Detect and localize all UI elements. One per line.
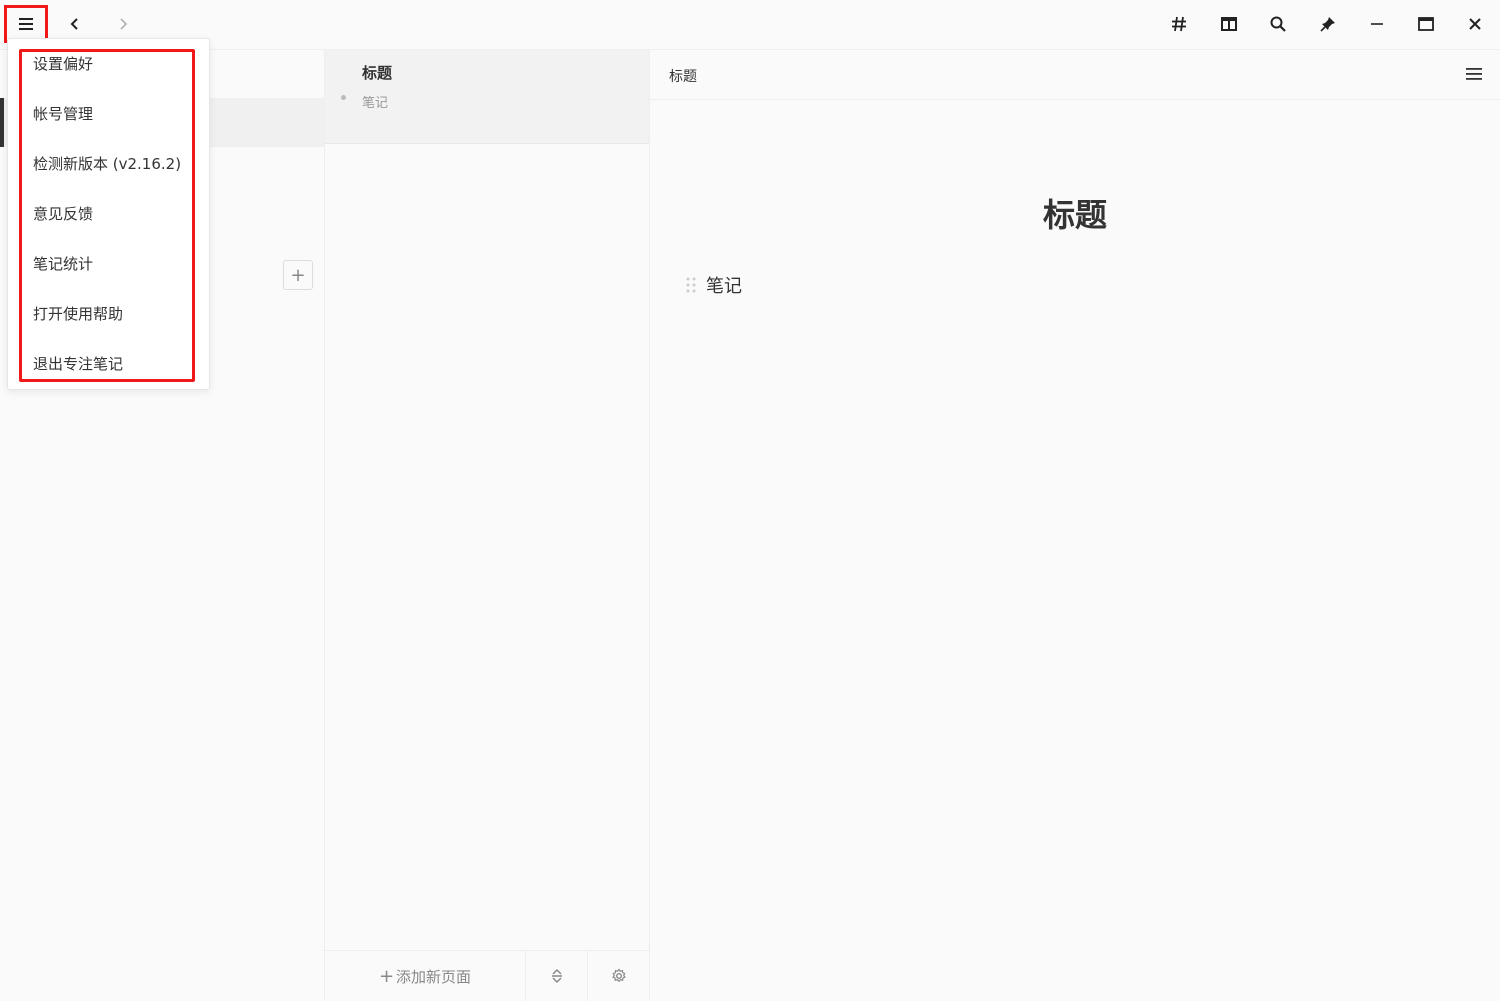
editor-pane: 标题 标题 笔记: [650, 50, 1500, 1000]
pin-button[interactable]: [1314, 10, 1342, 38]
menu-icon: [1466, 68, 1482, 80]
page-item-snippet: 笔记: [362, 96, 389, 111]
add-notebook-button[interactable]: +: [283, 260, 313, 290]
menu-item-help[interactable]: 打开使用帮助: [33, 299, 208, 329]
add-page-label: 添加新页面: [396, 967, 472, 986]
plus-icon: +: [290, 264, 306, 286]
search-button[interactable]: [1264, 10, 1292, 38]
tag-button[interactable]: [1165, 10, 1193, 38]
gear-icon: [611, 968, 626, 983]
forward-button[interactable]: [109, 10, 137, 38]
maximize-icon: [1418, 17, 1434, 31]
search-icon: [1270, 16, 1286, 32]
page-item-title: 标题: [362, 64, 393, 82]
page-title[interactable]: 标题: [650, 190, 1500, 236]
menu-icon: [19, 18, 33, 30]
menu-item-preferences[interactable]: 设置偏好: [33, 49, 208, 79]
title-bar: [0, 0, 1500, 50]
menu-item-account[interactable]: 帐号管理: [33, 99, 208, 129]
plus-icon: +: [378, 965, 395, 987]
tag-icon: [1172, 16, 1186, 32]
page-list: 标题 笔记 + 添加新页面: [325, 50, 650, 1001]
minimize-button[interactable]: [1363, 10, 1391, 38]
minimize-icon: [1371, 23, 1383, 25]
page-list-footer: + 添加新页面: [325, 950, 649, 1001]
back-button[interactable]: [61, 10, 89, 38]
add-page-button[interactable]: + 添加新页面: [325, 951, 526, 1001]
breadcrumb[interactable]: 标题: [669, 66, 697, 86]
split-view-button[interactable]: [1215, 10, 1243, 38]
pin-icon: [1320, 17, 1335, 32]
menu-item-feedback[interactable]: 意见反馈: [33, 199, 208, 229]
list-item[interactable]: 标题 笔记: [325, 50, 649, 144]
note-block[interactable]: 笔记: [706, 272, 742, 298]
forward-icon: [120, 18, 128, 30]
menu-item-quit[interactable]: 退出专注笔记: [33, 349, 208, 379]
close-icon: [1469, 18, 1481, 30]
menu-item-check-update[interactable]: 检测新版本 (v2.16.2): [33, 149, 208, 179]
sort-button[interactable]: [526, 951, 588, 1001]
active-indicator: [0, 98, 4, 147]
maximize-button[interactable]: [1412, 10, 1440, 38]
close-button[interactable]: [1461, 10, 1489, 38]
editor-menu-button[interactable]: [1462, 62, 1486, 86]
page-settings-button[interactable]: [588, 951, 649, 1001]
split-view-icon: [1221, 17, 1237, 31]
editor-header: 标题: [650, 50, 1500, 100]
back-icon: [70, 18, 78, 30]
drag-handle-icon[interactable]: [685, 276, 697, 294]
menu-item-statistics[interactable]: 笔记统计: [33, 249, 208, 279]
bullet-icon: [341, 95, 346, 100]
main-menu-dropdown: 设置偏好 帐号管理 检测新版本 (v2.16.2) 意见反馈 笔记统计 打开使用…: [7, 38, 210, 390]
sort-icon: [551, 968, 562, 984]
